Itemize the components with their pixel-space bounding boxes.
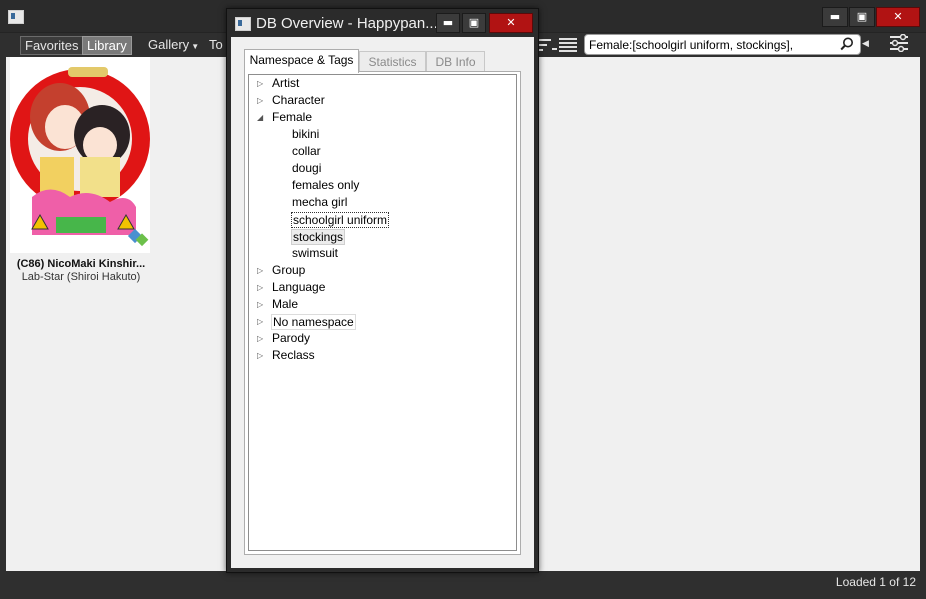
search-input[interactable]: Female:[schoolgirl uniform, stockings], [584,34,861,55]
expand-arrow-icon[interactable]: ▷ [257,279,265,296]
close-button[interactable]: ✕ [876,7,920,27]
db-overview-dialog: DB Overview - Happypan... ▬ ▣ ✕ Namespac… [226,8,539,573]
tree-node-label: Group [272,263,306,277]
tree-node-label: Character [272,93,325,107]
dialog-titlebar[interactable]: DB Overview - Happypan... ▬ ▣ ✕ [227,9,538,37]
tree-tag-label: schoolgirl uniform [291,212,390,228]
namespace-tree[interactable]: ▷ Artist ▷ Character ◢ Female bikini col… [248,74,517,551]
tab-namespace-tags[interactable]: Namespace & Tags [244,49,359,73]
tree-tag-label: swimsuit [292,246,339,260]
gallery-menu-label: Gallery [148,37,190,52]
gallery-title: (C86) NicoMaki Kinshir... [16,258,146,270]
expand-arrow-icon[interactable]: ▷ [257,347,265,364]
gallery-thumbnail[interactable] [10,57,150,253]
cover-art-image [10,57,150,253]
status-bar: Loaded 1 of 12 [6,571,920,593]
status-text: Loaded 1 of 12 [835,575,916,589]
tree-node-label: Artist [272,76,300,90]
expand-arrow-icon[interactable]: ▷ [257,75,265,92]
expand-arrow-icon[interactable]: ▷ [257,262,265,279]
collapse-arrow-icon[interactable]: ◢ [257,109,265,126]
minimize-button[interactable]: ▬ [822,7,848,27]
tools-menu[interactable]: To [209,37,223,52]
tab-db-info[interactable]: DB Info [426,51,485,72]
gallery-menu[interactable]: Gallery ▼ [148,37,199,52]
tree-node-label: No namespace [271,314,356,330]
dialog-app-icon [235,17,251,31]
settings-sliders-icon[interactable] [888,34,910,52]
favorites-button[interactable]: Favorites [20,36,84,55]
tree-node-label: Language [272,280,326,294]
tree-node-label: Female [272,110,313,124]
library-button[interactable]: Library [82,36,132,55]
tree-node-label: Reclass [272,348,315,362]
chevron-down-icon: ▼ [191,42,200,51]
list-view-icon[interactable] [559,36,579,54]
dialog-minimize-button[interactable]: ▬ [436,13,460,33]
tree-tag-label: females only [292,178,360,192]
tree-node-label: Parody [272,331,311,345]
tree-node-label: Male [272,297,299,311]
app-icon [8,10,24,24]
expand-arrow-icon[interactable]: ▷ [257,330,265,347]
tree-tag-label: mecha girl [292,195,348,209]
dialog-close-button[interactable]: ✕ [489,13,533,33]
search-icon[interactable] [840,37,854,51]
tree-tag-label: stockings [291,229,346,245]
expand-arrow-icon[interactable]: ▷ [257,296,265,313]
search-history-arrow-icon[interactable]: ◀ [862,38,869,49]
search-input-value: Female:[schoolgirl uniform, stockings], [589,38,794,52]
dialog-body: Namespace & Tags Statistics DB Info ▷ Ar… [231,37,534,568]
tab-statistics[interactable]: Statistics [359,51,426,72]
maximize-button[interactable]: ▣ [849,7,875,27]
expand-arrow-icon[interactable]: ▷ [257,313,265,330]
dialog-maximize-button[interactable]: ▣ [462,13,486,33]
tree-tag-label: collar [292,144,321,158]
tree-tag-label: dougi [292,161,322,175]
sort-icon[interactable] [537,36,557,54]
tree-tag-label: bikini [292,127,320,141]
tab-panel-namespace-tags: ▷ Artist ▷ Character ◢ Female bikini col… [244,71,521,555]
dialog-title: DB Overview - Happypan... [256,15,438,32]
gallery-artist: Lab-Star (Shiroi Hakuto) [21,271,141,283]
expand-arrow-icon[interactable]: ▷ [257,92,265,109]
